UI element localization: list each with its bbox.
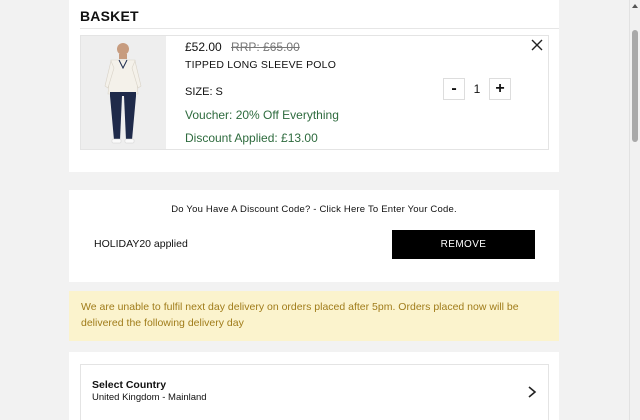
discount-code-section: Do You Have A Discount Code? - Click Her… xyxy=(69,190,559,282)
applied-code-text: HOLIDAY20 applied xyxy=(94,238,188,250)
product-name[interactable]: TIPPED LONG SLEEVE POLO xyxy=(185,59,336,71)
close-icon xyxy=(531,39,543,51)
rrp-price: RRP: £65.00 xyxy=(231,40,300,54)
divider xyxy=(80,28,559,29)
chevron-right-icon xyxy=(528,386,537,398)
quantity-value: 1 xyxy=(473,82,481,96)
product-image[interactable] xyxy=(81,36,166,149)
scroll-up-icon[interactable] xyxy=(632,4,638,8)
basket-item: £52.00 RRP: £65.00 TIPPED LONG SLEEVE PO… xyxy=(80,35,549,150)
voucher-text: Voucher: 20% Off Everything xyxy=(185,108,339,122)
country-label: Select Country xyxy=(92,379,167,391)
product-size: SIZE: S xyxy=(185,86,223,98)
product-photo-icon xyxy=(81,36,166,149)
country-section: Select Country United Kingdom - Mainland xyxy=(69,352,559,420)
country-selector[interactable]: Select Country United Kingdom - Mainland xyxy=(80,364,549,420)
remove-code-button[interactable]: REMOVE xyxy=(392,230,535,259)
discount-code-prompt[interactable]: Do You Have A Discount Code? - Click Her… xyxy=(69,204,559,215)
increase-quantity-button[interactable]: + xyxy=(489,78,511,100)
country-value: United Kingdom - Mainland xyxy=(92,392,207,403)
basket-title: BASKET xyxy=(80,8,139,24)
quantity-stepper: - 1 + xyxy=(443,78,511,100)
delivery-notice: We are unable to fulfil next day deliver… xyxy=(69,291,559,341)
scrollbar-thumb[interactable] xyxy=(632,30,638,142)
page-scrollbar[interactable] xyxy=(629,0,640,420)
price-row: £52.00 RRP: £65.00 xyxy=(185,40,300,54)
decrease-quantity-button[interactable]: - xyxy=(443,78,465,100)
remove-item-button[interactable] xyxy=(530,38,544,52)
basket-section: BASKET £52.00 RRP: £65.00 TIPPED LONG SL… xyxy=(69,0,559,172)
current-price: £52.00 xyxy=(185,40,222,54)
discount-applied-text: Discount Applied: £13.00 xyxy=(185,131,318,145)
